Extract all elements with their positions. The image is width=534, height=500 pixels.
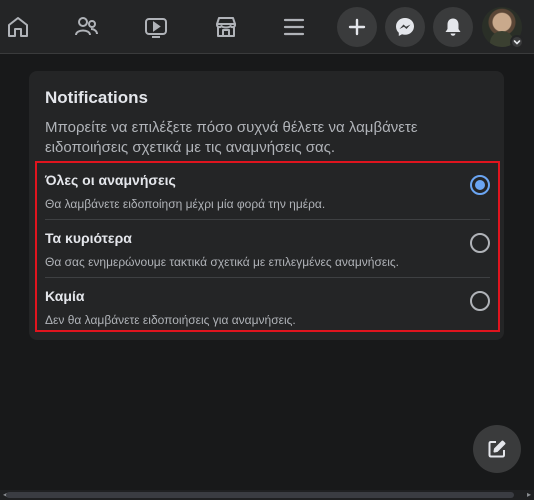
marketplace-icon[interactable] xyxy=(208,9,244,45)
option-label: Τα κυριότερα xyxy=(45,230,132,246)
card-title: Notifications xyxy=(45,88,148,107)
option-highlights[interactable]: Τα κυριότερα Θα σας ενημερώνουμε τακτικά… xyxy=(45,221,490,279)
notification-options-group: Όλες οι αναμνήσεις Θα λαμβάνετε ειδοποίη… xyxy=(35,161,500,332)
option-sublabel: Θα σας ενημερώνουμε τακτικά σχετικά με ε… xyxy=(45,255,399,269)
scroll-right-icon[interactable]: ▸ xyxy=(524,490,534,500)
notifications-icon xyxy=(445,18,461,36)
messenger-button[interactable] xyxy=(385,7,425,47)
notifications-button[interactable] xyxy=(433,7,473,47)
chevron-down-icon xyxy=(510,35,524,49)
compose-icon xyxy=(488,440,506,458)
divider xyxy=(45,277,490,278)
radio-highlights[interactable] xyxy=(470,233,490,253)
option-sublabel: Θα λαμβάνετε ειδοποίηση μέχρι μία φορά τ… xyxy=(45,197,326,211)
create-button[interactable] xyxy=(337,7,377,47)
memories-notifications-card: Notifications Μπορείτε να επιλέξετε πόσο… xyxy=(29,71,504,340)
option-label: Όλες οι αναμνήσεις xyxy=(45,172,176,188)
horizontal-scrollbar[interactable]: ◂ ▸ xyxy=(0,490,534,500)
scrollbar-thumb[interactable] xyxy=(6,492,514,498)
radio-all-memories[interactable] xyxy=(470,175,490,195)
messenger-icon xyxy=(396,18,414,36)
menu-icon[interactable] xyxy=(276,9,312,45)
friends-icon[interactable] xyxy=(68,9,104,45)
divider xyxy=(45,219,490,220)
card-description: Μπορείτε να επιλέξετε πόσο συχνά θέλετε … xyxy=(45,119,418,156)
home-icon[interactable] xyxy=(0,9,36,45)
radio-none[interactable] xyxy=(470,291,490,311)
account-menu[interactable] xyxy=(482,7,524,49)
option-sublabel: Δεν θα λαμβάνετε ειδοποιήσεις για αναμνή… xyxy=(45,313,296,327)
option-none[interactable]: Καμία Δεν θα λαμβάνετε ειδοποιήσεις για … xyxy=(45,279,490,337)
new-message-button[interactable] xyxy=(473,425,521,473)
top-navigation-bar xyxy=(0,0,534,54)
option-label: Καμία xyxy=(45,288,85,304)
watch-icon[interactable] xyxy=(138,9,174,45)
option-all-memories[interactable]: Όλες οι αναμνήσεις Θα λαμβάνετε ειδοποίη… xyxy=(45,163,490,221)
create-icon xyxy=(348,18,366,36)
